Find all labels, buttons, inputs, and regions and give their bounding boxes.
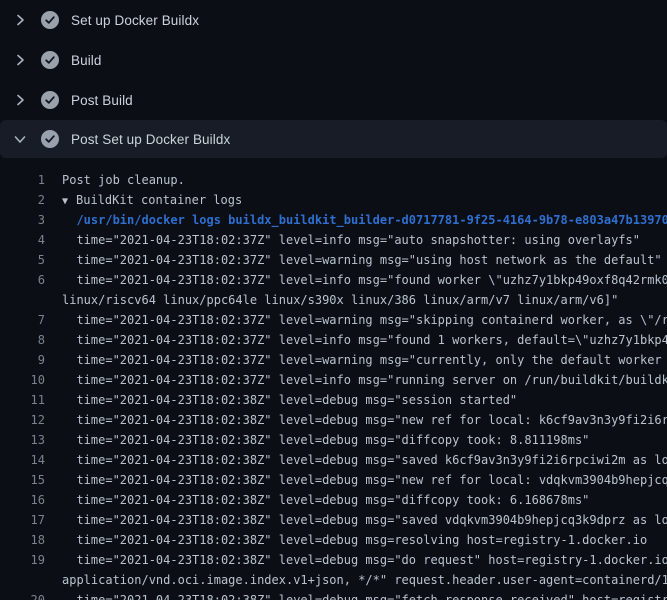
log-line: 18 time="2021-04-23T18:02:38Z" level=deb… [0, 530, 667, 550]
step-row-build[interactable]: Build [0, 40, 667, 80]
check-circle-icon [41, 11, 59, 29]
log-line-number[interactable]: 16 [0, 490, 45, 510]
log-line-number[interactable]: 8 [0, 330, 45, 350]
log-line-number[interactable]: 13 [0, 430, 45, 450]
log-line: 20 time="2021-04-23T18:02:38Z" level=deb… [0, 590, 667, 600]
log-line-text: application/vnd.oci.image.index.v1+json,… [62, 570, 667, 590]
log-line: 17 time="2021-04-23T18:02:38Z" level=deb… [0, 510, 667, 530]
log-line-number[interactable]: 2 [0, 190, 45, 210]
log-line-text: time="2021-04-23T18:02:37Z" level=info m… [62, 230, 667, 250]
log-line-number[interactable]: 19 [0, 550, 45, 570]
log-line-text: time="2021-04-23T18:02:37Z" level=warnin… [62, 350, 667, 370]
log-line-text: time="2021-04-23T18:02:38Z" level=debug … [62, 410, 667, 430]
log-line: 3 /usr/bin/docker logs buildx_buildkit_b… [0, 210, 667, 230]
log-line: 13 time="2021-04-23T18:02:38Z" level=deb… [0, 430, 667, 450]
check-circle-icon [41, 130, 59, 148]
steps-list: Set up Docker Buildx Build P [0, 0, 667, 158]
log-line-number [0, 570, 45, 590]
log-line-text: /usr/bin/docker logs buildx_buildkit_bui… [62, 210, 667, 230]
chevron-right-icon [12, 52, 28, 68]
log-line: 2 ▼BuildKit container logs [0, 190, 667, 210]
check-circle-icon [41, 91, 59, 109]
log-line: 19 time="2021-04-23T18:02:38Z" level=deb… [0, 550, 667, 570]
log-line: 11 time="2021-04-23T18:02:38Z" level=deb… [0, 390, 667, 410]
log-group-toggle-icon[interactable]: ▼ [62, 192, 76, 210]
log-line-number[interactable]: 20 [0, 590, 45, 600]
log-line-text: time="2021-04-23T18:02:38Z" level=debug … [62, 450, 667, 470]
check-circle-icon [41, 51, 59, 69]
log-line: 6 time="2021-04-23T18:02:37Z" level=info… [0, 270, 667, 290]
log-line-number[interactable]: 1 [0, 170, 45, 190]
step-label: Build [71, 53, 102, 68]
log-line-text: time="2021-04-23T18:02:37Z" level=info m… [62, 270, 667, 290]
log-line-text: Post job cleanup. [62, 170, 667, 190]
log-line-number[interactable]: 9 [0, 350, 45, 370]
actions-log-viewer: Set up Docker Buildx Build P [0, 0, 667, 600]
log-line: 9 time="2021-04-23T18:02:37Z" level=warn… [0, 350, 667, 370]
step-label: Post Build [71, 93, 133, 108]
log-line-number[interactable]: 10 [0, 370, 45, 390]
log-line: 7 time="2021-04-23T18:02:37Z" level=warn… [0, 310, 667, 330]
log-line-text: linux/riscv64 linux/ppc64le linux/s390x … [62, 290, 667, 310]
step-row-post-set-up-docker-buildx[interactable]: Post Set up Docker Buildx [0, 120, 667, 158]
log-line-text: time="2021-04-23T18:02:38Z" level=debug … [62, 550, 667, 570]
log-line: application/vnd.oci.image.index.v1+json,… [0, 570, 667, 590]
log-line-number[interactable]: 6 [0, 270, 45, 290]
log-content: 1 Post job cleanup. 2 ▼BuildKit containe… [0, 158, 667, 600]
chevron-right-icon [12, 92, 28, 108]
log-line-text: time="2021-04-23T18:02:38Z" level=debug … [62, 470, 667, 490]
log-line-number[interactable]: 18 [0, 530, 45, 550]
log-line-text: ▼BuildKit container logs [62, 190, 667, 210]
log-line-text: time="2021-04-23T18:02:38Z" level=debug … [62, 430, 667, 450]
step-label: Set up Docker Buildx [71, 13, 199, 28]
log-line-number[interactable]: 14 [0, 450, 45, 470]
chevron-right-icon [12, 12, 28, 28]
log-line: 16 time="2021-04-23T18:02:38Z" level=deb… [0, 490, 667, 510]
log-line: 15 time="2021-04-23T18:02:38Z" level=deb… [0, 470, 667, 490]
log-line-number[interactable]: 12 [0, 410, 45, 430]
log-line-text: time="2021-04-23T18:02:38Z" level=debug … [62, 390, 667, 410]
log-line-number[interactable]: 3 [0, 210, 45, 230]
chevron-down-icon [12, 131, 28, 147]
log-line-text: time="2021-04-23T18:02:37Z" level=warnin… [62, 310, 667, 330]
log-line-text: time="2021-04-23T18:02:37Z" level=info m… [62, 330, 667, 350]
log-line-text: time="2021-04-23T18:02:38Z" level=debug … [62, 530, 667, 550]
log-line: 8 time="2021-04-23T18:02:37Z" level=info… [0, 330, 667, 350]
log-line-number [0, 290, 45, 310]
log-line: 14 time="2021-04-23T18:02:38Z" level=deb… [0, 450, 667, 470]
log-group-label: BuildKit container logs [76, 193, 242, 207]
log-line: 5 time="2021-04-23T18:02:37Z" level=warn… [0, 250, 667, 270]
step-row-set-up-docker-buildx[interactable]: Set up Docker Buildx [0, 0, 667, 40]
log-line-number[interactable]: 17 [0, 510, 45, 530]
log-line-text: time="2021-04-23T18:02:38Z" level=debug … [62, 590, 667, 600]
log-line-text: time="2021-04-23T18:02:37Z" level=info m… [62, 370, 667, 390]
log-line-number[interactable]: 7 [0, 310, 45, 330]
log-line: 1 Post job cleanup. [0, 170, 667, 190]
log-line: linux/riscv64 linux/ppc64le linux/s390x … [0, 290, 667, 310]
step-label: Post Set up Docker Buildx [71, 132, 230, 147]
log-line: 4 time="2021-04-23T18:02:37Z" level=info… [0, 230, 667, 250]
log-line-number[interactable]: 11 [0, 390, 45, 410]
log-line: 12 time="2021-04-23T18:02:38Z" level=deb… [0, 410, 667, 430]
log-line-number[interactable]: 5 [0, 250, 45, 270]
log-line-number[interactable]: 4 [0, 230, 45, 250]
log-line: 10 time="2021-04-23T18:02:37Z" level=inf… [0, 370, 667, 390]
log-line-text: time="2021-04-23T18:02:37Z" level=warnin… [62, 250, 667, 270]
step-row-post-build[interactable]: Post Build [0, 80, 667, 120]
log-line-text: time="2021-04-23T18:02:38Z" level=debug … [62, 510, 667, 530]
log-line-text: time="2021-04-23T18:02:38Z" level=debug … [62, 490, 667, 510]
log-line-number[interactable]: 15 [0, 470, 45, 490]
